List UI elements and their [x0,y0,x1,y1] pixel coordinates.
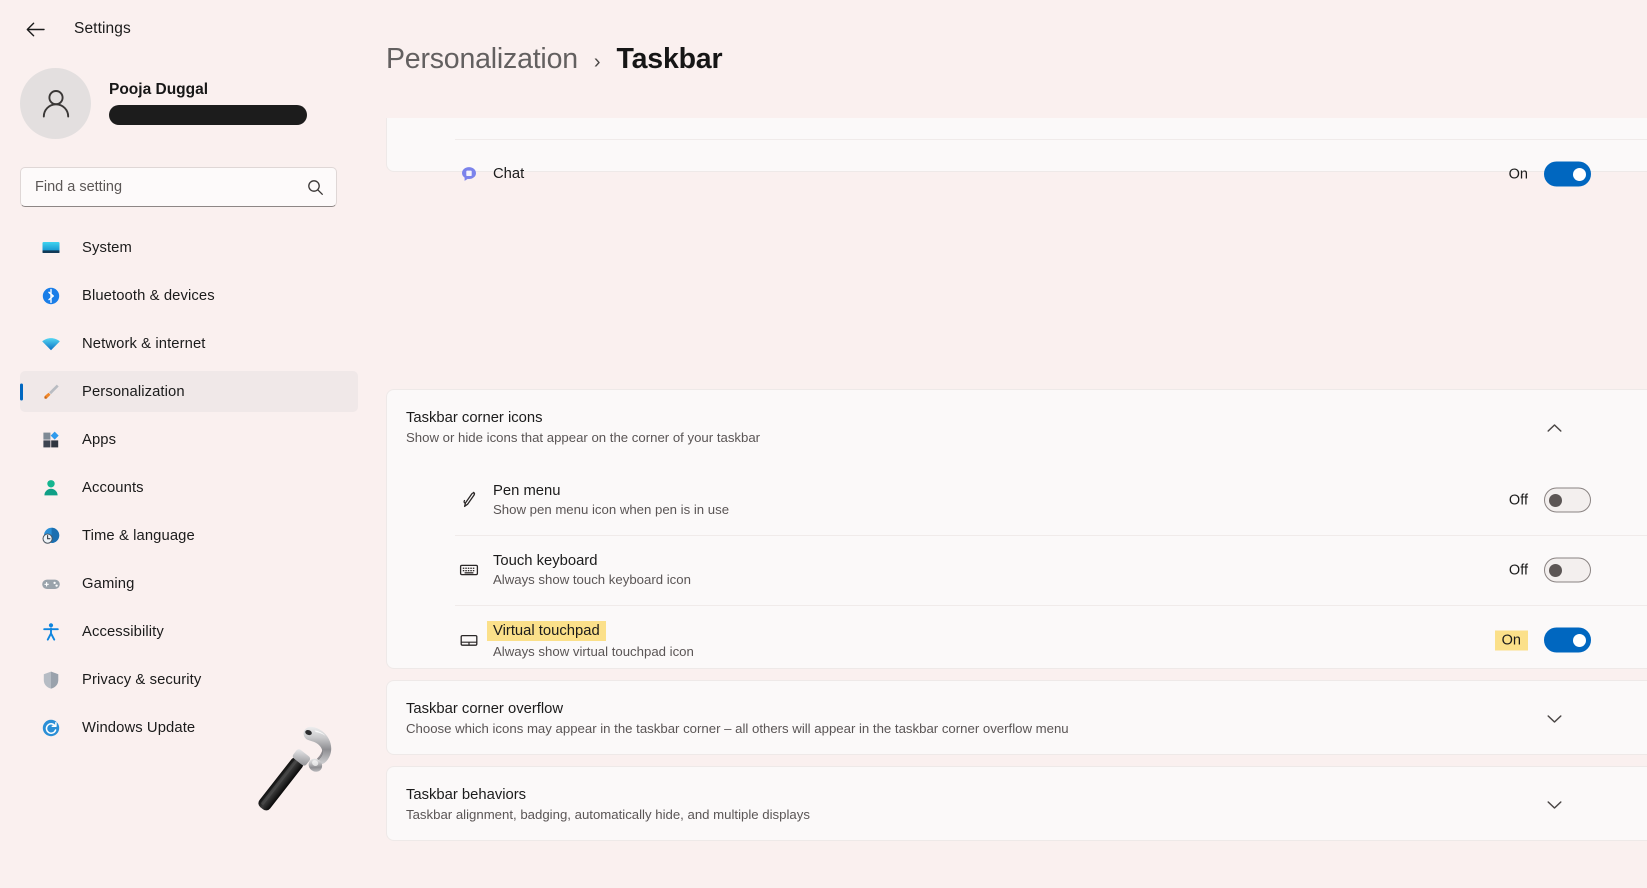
taskbar-corner-icons-card: Taskbar corner icons Show or hide icons … [386,389,1647,669]
person-icon [40,477,62,499]
breadcrumb-parent[interactable]: Personalization [386,43,578,76]
sidebar-item-apps[interactable]: Apps [20,419,358,460]
search-icon[interactable] [302,174,328,200]
toggle-chat[interactable] [1544,162,1591,187]
wifi-icon [40,333,62,355]
bluetooth-icon [40,285,62,307]
chevron-up-icon[interactable] [1539,413,1569,443]
sidebar-nav: System Bluetooth & devices [20,227,358,748]
clock-globe-icon [40,525,62,547]
shield-icon [40,669,62,691]
touchpad-icon [456,627,482,653]
gamepad-icon [40,573,62,595]
person-avatar-icon [20,68,91,139]
row-title: Pen menu [493,483,729,499]
sidebar-item-label: Bluetooth & devices [82,288,215,304]
account-email-redacted [109,105,307,125]
toggle-touch-keyboard[interactable] [1544,558,1591,583]
toggle-pen-menu[interactable] [1544,488,1591,513]
sidebar-item-system[interactable]: System [20,227,358,268]
row-subtitle: Always show virtual touchpad icon [493,644,694,659]
row-touch-keyboard[interactable]: Touch keyboard Always show touch keyboar… [387,535,1647,605]
sidebar-item-accessibility[interactable]: Accessibility [20,611,358,652]
sidebar-item-windows-update[interactable]: Windows Update [20,707,358,748]
sidebar-item-accounts[interactable]: Accounts [20,467,358,508]
sidebar-item-time-language[interactable]: Time & language [20,515,358,556]
account-name: Pooja Duggal [109,81,307,99]
search-box[interactable] [20,167,337,207]
taskbar-behaviors-card[interactable]: Taskbar behaviors Taskbar alignment, bad… [386,766,1647,841]
section-title: Taskbar corner overflow [406,701,1069,717]
toggle-state-label: Off [1509,492,1528,508]
apps-grid-icon [40,429,62,451]
update-refresh-icon [40,717,62,739]
sidebar-item-label: Windows Update [82,720,195,736]
toggle-state-label: Off [1509,562,1528,578]
content-area: Search On [370,0,1647,888]
sidebar: Pooja Duggal [0,58,370,888]
chevron-down-icon[interactable] [1539,790,1569,820]
toggle-state-label: On [1509,166,1528,182]
row-subtitle: Show pen menu icon when pen is in use [493,502,729,517]
keyboard-icon [456,557,482,583]
chat-bubble-icon [456,161,482,187]
sidebar-item-label: System [82,240,132,256]
account-block[interactable]: Pooja Duggal [20,58,370,144]
settings-window: Settings Pooja Duggal [0,0,1647,888]
toggle-state-label: On [1495,630,1528,650]
sidebar-item-label: Gaming [82,576,134,592]
sidebar-item-privacy-security[interactable]: Privacy & security [20,659,358,700]
sidebar-item-personalization[interactable]: Personalization [20,371,358,412]
corner-icons-section-header[interactable]: Taskbar corner icons Show or hide icons … [387,390,1647,465]
accessibility-person-icon [40,621,62,643]
row-title: Touch keyboard [493,553,691,569]
section-subtitle: Choose which icons may appear in the tas… [406,721,1069,736]
monitor-icon [40,237,62,259]
pen-icon [456,487,482,513]
section-subtitle: Show or hide icons that appear on the co… [406,430,760,445]
back-arrow-icon[interactable] [18,13,52,45]
section-title: Taskbar corner icons [406,410,760,426]
sidebar-item-gaming[interactable]: Gaming [20,563,358,604]
sidebar-item-bluetooth-devices[interactable]: Bluetooth & devices [20,275,358,316]
settings-scroll-area: Search On [370,0,1647,888]
chevron-down-icon[interactable] [1539,704,1569,734]
row-virtual-touchpad[interactable]: Virtual touchpad Always show virtual tou… [387,605,1647,675]
sidebar-item-label: Personalization [82,384,185,400]
sidebar-item-label: Time & language [82,528,195,544]
sidebar-item-label: Accessibility [82,624,164,640]
toggle-virtual-touchpad[interactable] [1544,628,1591,653]
section-subtitle: Taskbar alignment, badging, automaticall… [406,807,810,822]
behaviors-section-header[interactable]: Taskbar behaviors Taskbar alignment, bad… [387,767,1647,842]
sidebar-item-label: Apps [82,432,116,448]
search-input[interactable] [21,168,336,206]
row-chat[interactable]: Chat On [387,139,1647,209]
sidebar-item-label: Accounts [82,480,144,496]
row-title: Chat [493,166,524,182]
sidebar-item-label: Privacy & security [82,672,201,688]
taskbar-corner-overflow-card[interactable]: Taskbar corner overflow Choose which ico… [386,680,1647,755]
paintbrush-icon [40,381,62,403]
app-title: Settings [74,20,131,38]
breadcrumb: Personalization › Taskbar [386,43,722,76]
page-title: Taskbar [617,43,723,76]
sidebar-item-label: Network & internet [82,336,206,352]
sidebar-item-network-internet[interactable]: Network & internet [20,323,358,364]
breadcrumb-bar: Personalization › Taskbar [370,0,1647,118]
section-title: Taskbar behaviors [406,787,810,803]
row-pen-menu[interactable]: Pen menu Show pen menu icon when pen is … [387,465,1647,535]
row-title: Virtual touchpad [487,621,606,641]
row-subtitle: Always show touch keyboard icon [493,572,691,587]
corner-overflow-section-header[interactable]: Taskbar corner overflow Choose which ico… [387,681,1647,756]
breadcrumb-separator: › [594,51,601,74]
